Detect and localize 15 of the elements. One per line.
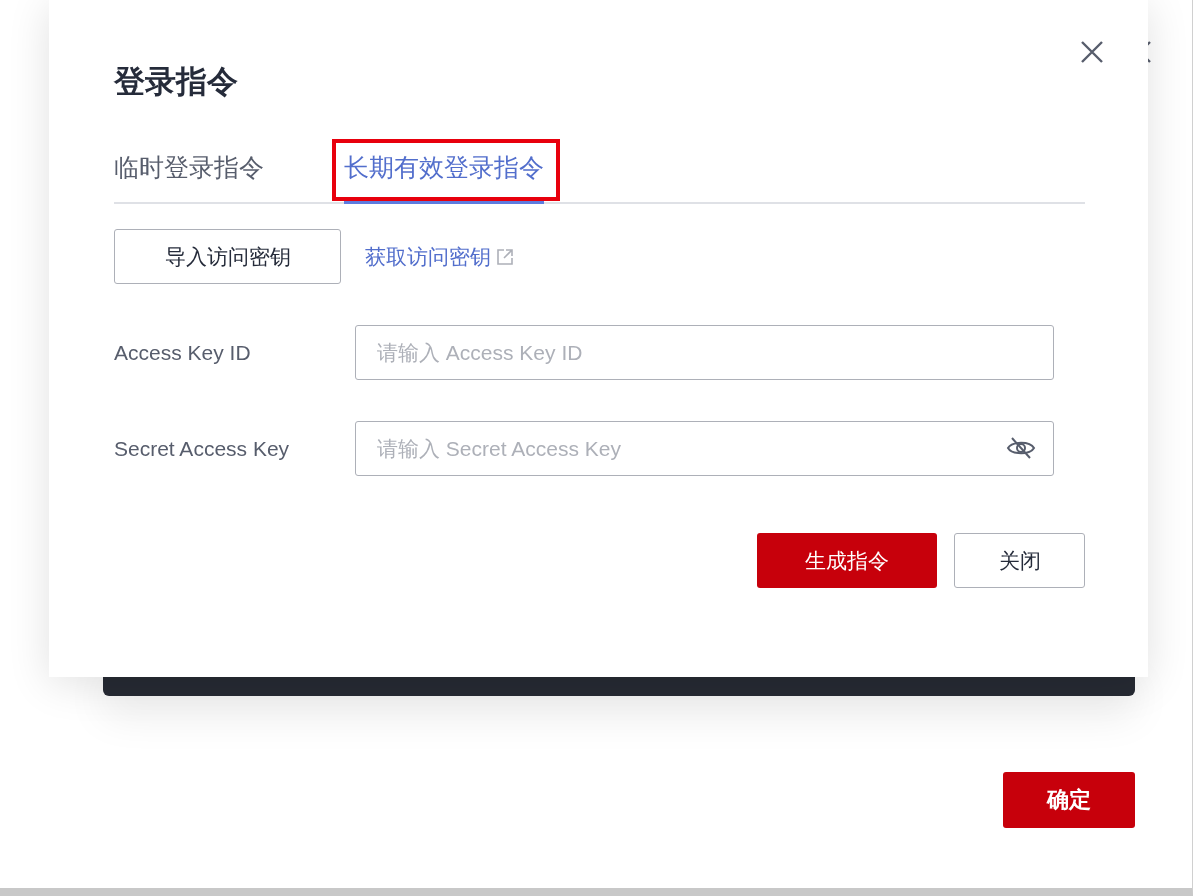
- tab[interactable]: 临时登录指令: [114, 149, 264, 204]
- field-label: Secret Access Key: [114, 436, 291, 461]
- generate-button[interactable]: 生成指令: [757, 533, 937, 588]
- close-icon[interactable]: [1080, 40, 1104, 64]
- tab[interactable]: 长期有效登录指令: [344, 149, 544, 204]
- field-label: Access Key ID: [114, 340, 252, 365]
- input-field[interactable]: 请输入 Access Key ID: [355, 325, 1054, 380]
- external-link-icon: [495, 246, 515, 267]
- confirm-button[interactable]: 确定: [1003, 772, 1135, 828]
- get-key-link[interactable]: 获取访问密钥: [365, 242, 515, 271]
- eye-hidden-icon[interactable]: [1006, 436, 1036, 460]
- close-button[interactable]: 关闭: [954, 533, 1085, 588]
- dialog-title: 登录指令: [114, 63, 239, 101]
- import-key-button[interactable]: 导入访问密钥: [114, 229, 341, 284]
- input-field[interactable]: 请输入 Secret Access Key: [355, 421, 1054, 476]
